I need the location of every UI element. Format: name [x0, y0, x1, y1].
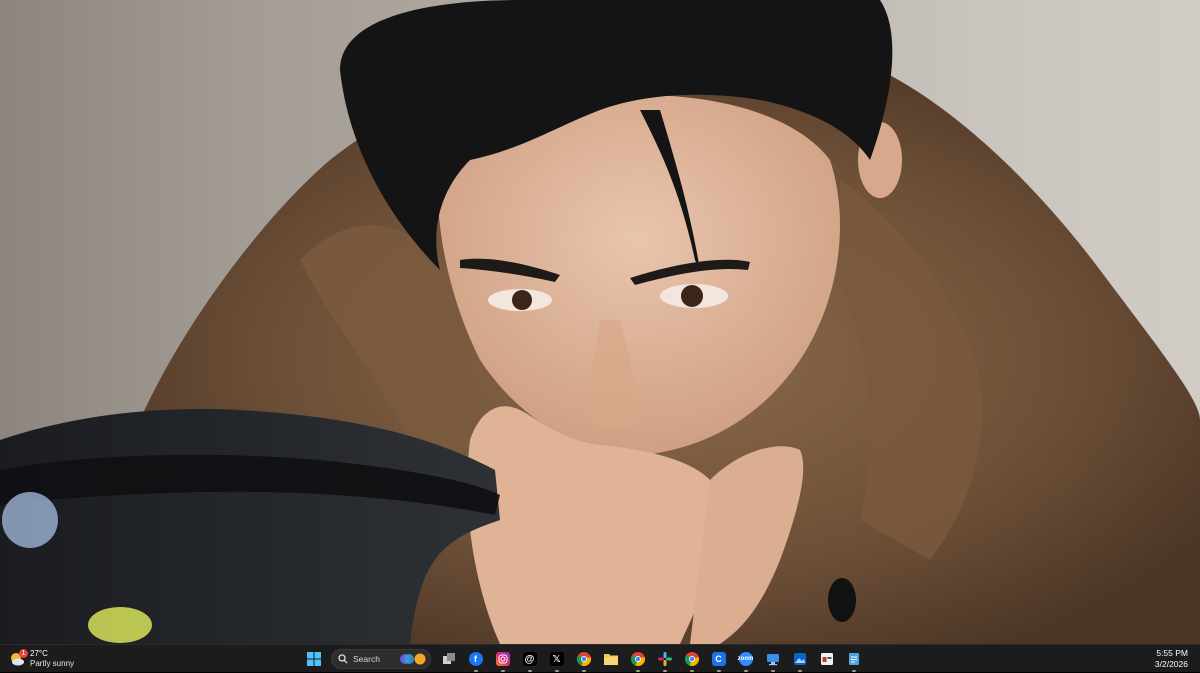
folder-icon: [603, 654, 618, 665]
chrome-icon: [630, 652, 645, 666]
x-icon: 𝕏: [549, 652, 564, 666]
clock-time: 5:55 PM: [1156, 648, 1188, 658]
windows-logo-icon: [306, 652, 321, 666]
taskbar-apps: Search f @ 𝕏 C zoom: [300, 648, 867, 672]
app-icon: C: [711, 652, 726, 666]
chrome-icon: [684, 652, 699, 666]
desktop-wallpaper: [0, 0, 1200, 644]
weather-notification-badge: 1: [19, 649, 28, 658]
window-icon: [820, 653, 833, 665]
notepad-icon: [848, 653, 859, 665]
start-button[interactable]: [303, 648, 325, 670]
taskbar-app-chrome-3[interactable]: [681, 648, 703, 672]
instagram-icon: [495, 652, 510, 666]
taskbar-app-window[interactable]: [816, 648, 838, 670]
taskbar-app-chrome[interactable]: [573, 648, 595, 672]
taskbar-app-facebook[interactable]: f: [465, 648, 487, 672]
search-input[interactable]: Search: [331, 649, 431, 669]
weather-widget[interactable]: 1 27°C Partly sunny: [8, 647, 74, 671]
slack-icon: [657, 652, 672, 666]
wallpaper-photo: [0, 0, 1200, 644]
monitor-icon: [766, 654, 779, 666]
chrome-icon: [576, 652, 591, 666]
taskbar-app-blue[interactable]: C: [708, 648, 730, 672]
taskbar-app-chrome-2[interactable]: [627, 648, 649, 672]
system-clock[interactable]: 5:55 PM 3/2/2026: [1155, 648, 1188, 670]
search-icon: [338, 654, 348, 664]
taskbar-app-x[interactable]: 𝕏: [546, 648, 568, 672]
taskbar-app-photos[interactable]: [789, 648, 811, 672]
task-view-icon: [442, 653, 455, 664]
taskbar-app-threads[interactable]: @: [519, 648, 541, 672]
zoom-icon: zoom: [738, 652, 753, 666]
taskbar-app-instagram[interactable]: [492, 648, 514, 672]
taskbar-app-slack[interactable]: [654, 648, 676, 672]
copilot-icon: [400, 653, 426, 665]
clock-date: 3/2/2026: [1154, 659, 1188, 669]
threads-icon: @: [522, 652, 537, 666]
taskbar: 1 27°C Partly sunny Search f @ 𝕏 C zoom …: [0, 644, 1200, 672]
taskbar-app-zoom[interactable]: zoom: [735, 648, 757, 672]
taskbar-app-remote-desktop[interactable]: [762, 648, 784, 672]
partly-sunny-icon: 1: [8, 649, 28, 668]
task-view-button[interactable]: [438, 648, 460, 670]
facebook-icon: f: [468, 652, 483, 666]
search-label: Search: [353, 654, 380, 664]
photos-icon: [793, 653, 806, 665]
weather-condition: Partly sunny: [30, 659, 75, 668]
taskbar-app-notepad[interactable]: [843, 648, 865, 672]
weather-temperature: 27°C: [30, 649, 48, 658]
taskbar-app-file-explorer[interactable]: [600, 648, 622, 670]
